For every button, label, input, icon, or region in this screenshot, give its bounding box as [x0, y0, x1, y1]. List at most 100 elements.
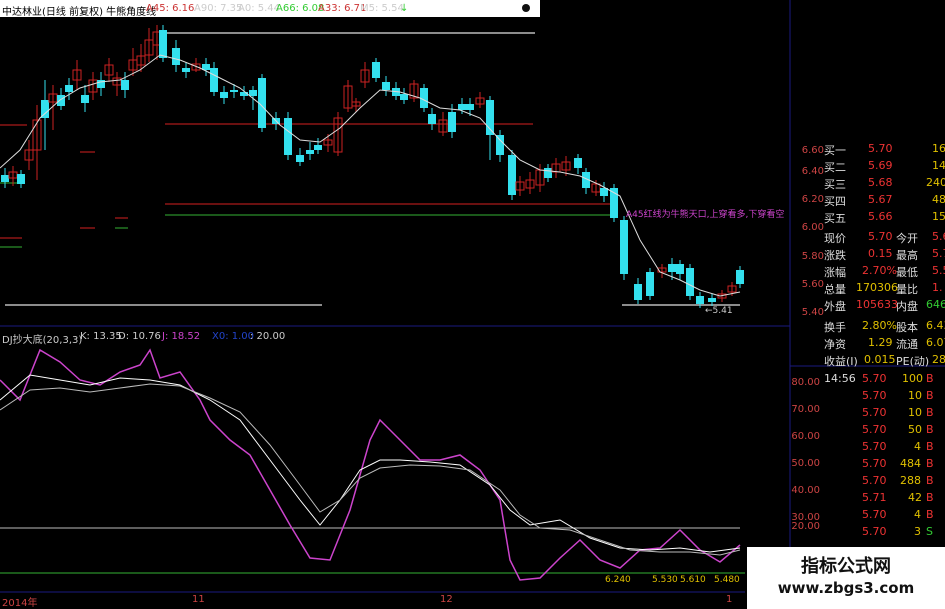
bid-volume: 15 — [932, 210, 945, 223]
stat-value: 6.43 — [926, 319, 945, 332]
tick-price: 5.70 — [862, 525, 887, 538]
stat-value: 5.7 — [932, 247, 945, 260]
k-value: K: 13.35 — [80, 331, 122, 342]
stat-label: 现价 — [824, 232, 846, 245]
osc-tick: 70.00 — [791, 404, 820, 415]
candle-body-down — [220, 92, 228, 98]
stat-value: 5.6 — [932, 230, 945, 243]
tick-price: 5.70 — [862, 389, 887, 402]
candle-body-down — [81, 95, 89, 103]
stat-value: 1. — [932, 281, 943, 294]
stat-value: 1.29 — [868, 336, 893, 349]
x-tick: 11 — [192, 594, 205, 605]
stat-value: 287 — [932, 353, 945, 366]
osc-mark: 5.530 — [652, 575, 678, 585]
tick-time: 14:56 — [824, 372, 856, 385]
stat-label: 外盘 — [824, 300, 846, 313]
bid-volume: 240 — [926, 176, 945, 189]
candle-body-down — [249, 90, 257, 96]
osc-tick: 60.00 — [791, 431, 820, 442]
candle-body-down — [159, 30, 167, 58]
k-line — [0, 374, 741, 553]
stat-label: 收益(I) — [824, 355, 858, 368]
bid-price: 5.67 — [868, 193, 893, 206]
bid-label: 买二 — [824, 161, 846, 174]
tick-side: S — [926, 525, 933, 538]
candle-body-down — [420, 88, 428, 108]
d-value: D: 10.76 — [118, 331, 161, 342]
candle-body-down — [372, 62, 380, 78]
stat-value: 646 — [926, 298, 945, 311]
candle-body-down — [284, 118, 292, 155]
candle-body-down — [544, 168, 552, 178]
candle-body-down — [466, 104, 474, 110]
tick-row: 14:56 5.70 100 B — [822, 370, 945, 387]
stat-value: 5.70 — [868, 230, 893, 243]
tick-side: B — [926, 389, 934, 402]
candle-body-down — [17, 174, 25, 184]
tick-volume: 10 — [908, 389, 922, 402]
candle-body-down — [400, 94, 408, 100]
bid-row: 买一 5.70 162 — [790, 140, 945, 157]
candle-body-down — [708, 298, 716, 302]
tick-row: 5.70 288 B — [822, 472, 945, 489]
stat-label: 最高 — [896, 249, 918, 262]
candle-body-down — [696, 296, 704, 304]
stat-row: 净资 1.29 流通 6.07 — [790, 334, 945, 351]
candle-body-down — [486, 100, 494, 135]
stat-value: 0.015 — [864, 353, 896, 366]
bid-label: 买四 — [824, 195, 846, 208]
bid-volume: 149 — [932, 159, 945, 172]
tick-side: B — [926, 406, 934, 419]
tick-row: 5.70 50 B — [822, 421, 945, 438]
tick-price: 5.70 — [862, 423, 887, 436]
tick-volume: 50 — [908, 423, 922, 436]
watermark-url: www.zbgs3.com — [777, 579, 915, 597]
x-tick: 2014年 — [2, 598, 38, 609]
candle-body-down — [121, 80, 129, 90]
candle-body-down — [496, 135, 504, 155]
candle-body-down — [382, 82, 390, 90]
candle-body-down — [230, 90, 238, 92]
a45-annotation: A45红线为牛熊天口,上穿看多,下穿看空 — [626, 210, 785, 220]
x0-value: X0: 1.00 — [212, 331, 255, 342]
candle-body-down — [182, 68, 190, 72]
stat-label: 内盘 — [896, 300, 918, 313]
j-value: J: 18.52 — [162, 331, 201, 342]
stat-label: 净资 — [824, 338, 846, 351]
tick-price: 5.70 — [862, 406, 887, 419]
tick-price: 5.70 — [862, 457, 887, 470]
bid-row: 买四 5.67 48 — [790, 191, 945, 208]
candle-body-down — [65, 85, 73, 92]
x-tick: 12 — [440, 594, 453, 605]
stat-label: 今开 — [896, 232, 918, 245]
x-tick: 1 — [726, 594, 733, 605]
low-price-label: ←5.41 — [705, 306, 733, 316]
candle-body-down — [306, 150, 314, 154]
stat-label: 总量 — [824, 283, 846, 296]
stat-value: 105633 — [856, 298, 898, 311]
stat-label: 流通 — [896, 338, 918, 351]
bid-volume: 48 — [932, 193, 945, 206]
d-line — [0, 383, 741, 556]
stat-value: 5.5 — [932, 264, 945, 277]
tick-row: 5.70 10 B — [822, 404, 945, 421]
candle-body-down — [1, 175, 9, 182]
candle-body-down — [620, 220, 628, 274]
candle-body-down — [210, 68, 218, 92]
tick-price: 5.71 — [862, 491, 887, 504]
stat-label: 量比 — [896, 283, 918, 296]
osc-mark: 6.240 — [605, 575, 631, 585]
candle-body-down — [668, 264, 676, 272]
candle-body-down — [574, 158, 582, 168]
candle-body-down — [736, 270, 744, 284]
stock-chart-window: 中达林业(日线 前复权) 牛熊角度线 A45: 6.16 A90: 7.35 A… — [0, 0, 945, 609]
stat-row: 外盘 105633 内盘 646 — [790, 296, 945, 313]
tick-volume: 3 — [914, 525, 921, 538]
tick-side: B — [926, 508, 934, 521]
bid-volume: 162 — [932, 142, 945, 155]
tick-side: B — [926, 491, 934, 504]
stat-value: 6.07 — [926, 336, 945, 349]
stat-row: 总量 170306 量比 1. — [790, 279, 945, 296]
candle-body-down — [448, 112, 456, 132]
